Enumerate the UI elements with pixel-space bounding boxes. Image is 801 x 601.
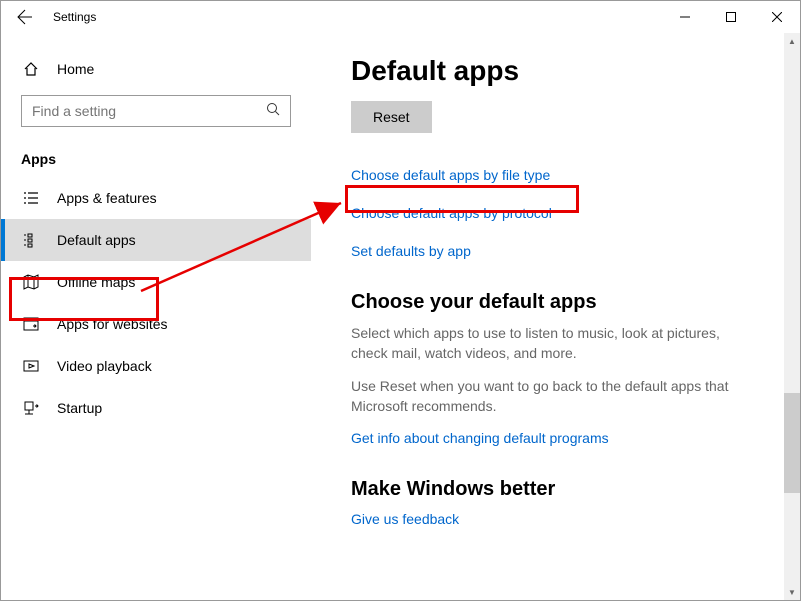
reset-desc: Use Reset when you want to go back to th… xyxy=(351,377,741,416)
link-set-by-app[interactable]: Set defaults by app xyxy=(351,243,770,259)
nav-offline-maps[interactable]: Offline maps xyxy=(1,261,311,303)
nav-item-label: Default apps xyxy=(57,232,136,248)
page-title: Default apps xyxy=(351,55,770,87)
nav-video-playback[interactable]: Video playback xyxy=(1,345,311,387)
search-input[interactable] xyxy=(32,103,266,119)
nav-item-label: Offline maps xyxy=(57,274,135,290)
nav-item-label: Startup xyxy=(57,400,102,416)
scroll-down-button[interactable]: ▼ xyxy=(784,584,800,600)
link-feedback[interactable]: Give us feedback xyxy=(351,511,770,527)
home-nav[interactable]: Home xyxy=(1,49,311,89)
choose-defaults-title: Choose your default apps xyxy=(351,291,770,314)
video-icon xyxy=(21,356,41,376)
link-choose-by-file-type[interactable]: Choose default apps by file type xyxy=(351,167,770,183)
section-header-apps: Apps xyxy=(1,139,311,177)
close-icon xyxy=(772,12,782,22)
startup-icon xyxy=(21,398,41,418)
nav-item-label: Apps & features xyxy=(57,190,157,206)
window-title: Settings xyxy=(53,10,96,24)
search-icon xyxy=(266,102,280,121)
link-get-info[interactable]: Get info about changing default programs xyxy=(351,430,770,446)
maximize-button[interactable] xyxy=(708,1,754,33)
scroll-up-button[interactable]: ▲ xyxy=(784,33,800,49)
link-choose-by-protocol[interactable]: Choose default apps by protocol xyxy=(351,205,770,221)
scrollbar[interactable]: ▲ ▼ xyxy=(784,33,800,600)
sidebar: Home Apps Apps & features Default apps xyxy=(1,33,311,600)
nav-apps-websites[interactable]: Apps for websites xyxy=(1,303,311,345)
nav-item-label: Video playback xyxy=(57,358,152,374)
nav-apps-features[interactable]: Apps & features xyxy=(1,177,311,219)
default-apps-icon xyxy=(21,230,41,250)
back-arrow-icon xyxy=(17,9,33,25)
nav-item-label: Apps for websites xyxy=(57,316,168,332)
minimize-icon xyxy=(680,12,690,22)
choose-desc: Select which apps to use to listen to mu… xyxy=(351,324,741,363)
nav-default-apps[interactable]: Default apps xyxy=(1,219,311,261)
close-button[interactable] xyxy=(754,1,800,33)
search-box[interactable] xyxy=(21,95,291,127)
reset-button[interactable]: Reset xyxy=(351,101,432,133)
scroll-thumb[interactable] xyxy=(784,393,800,493)
map-icon xyxy=(21,272,41,292)
titlebar: Settings xyxy=(1,1,800,33)
home-icon xyxy=(21,59,41,79)
make-better-title: Make Windows better xyxy=(351,478,770,501)
window-controls xyxy=(662,1,800,33)
home-label: Home xyxy=(57,61,94,77)
maximize-icon xyxy=(726,12,736,22)
minimize-button[interactable] xyxy=(662,1,708,33)
back-button[interactable] xyxy=(9,1,41,33)
main-content: Default apps Reset Choose default apps b… xyxy=(311,33,800,600)
list-icon xyxy=(21,188,41,208)
nav-startup[interactable]: Startup xyxy=(1,387,311,429)
websites-icon xyxy=(21,314,41,334)
